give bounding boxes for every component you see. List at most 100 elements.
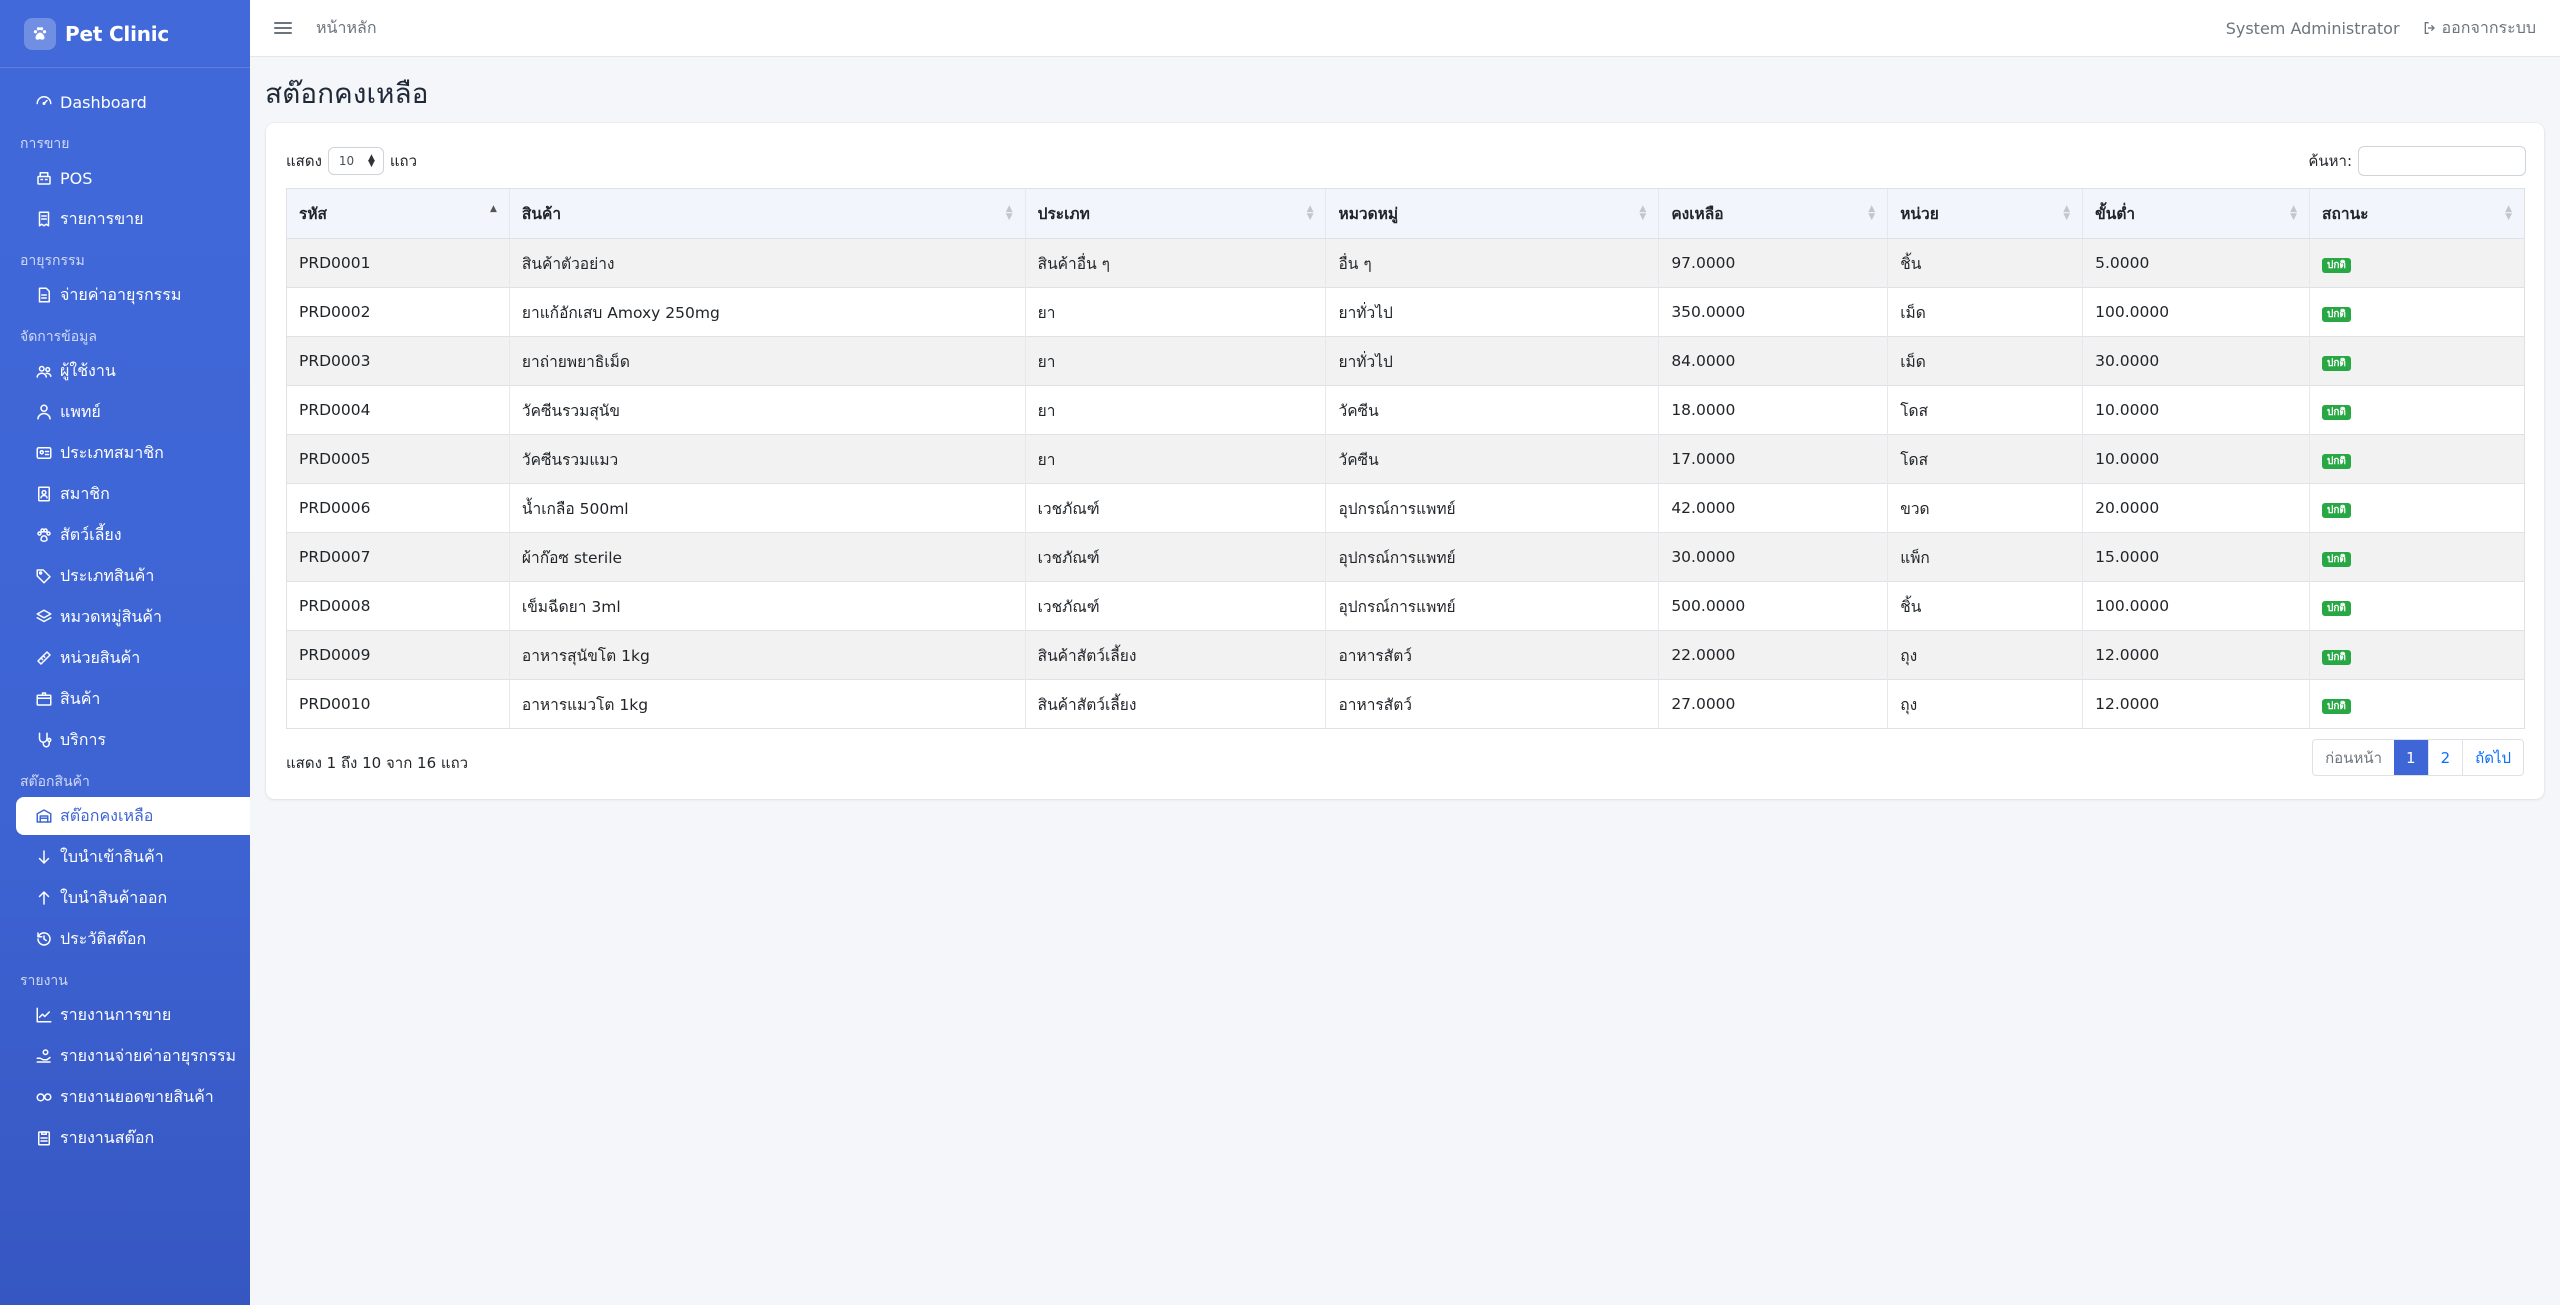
- cash-register-icon: [34, 168, 54, 188]
- table-cell: 12.0000: [2082, 679, 2310, 729]
- table-cell: โดส: [1887, 434, 2083, 484]
- pagination-next-button[interactable]: ถัดไป: [2462, 740, 2523, 775]
- nav-section-header: จัดการข้อมูล: [20, 329, 97, 345]
- receipt-icon: [34, 209, 54, 229]
- table-cell: 17.0000: [1658, 434, 1888, 484]
- sidebar-item[interactable]: ใบนำสินค้าออก: [16, 879, 250, 917]
- table-cell: วัคซีนรวมสุนัข: [508, 385, 1026, 435]
- logout-label: ออกจากระบบ: [2441, 17, 2536, 37]
- column-header[interactable]: ขั้นต่ำ ▲ ▼: [2082, 188, 2310, 239]
- brand-title: Pet Clinic: [65, 21, 170, 46]
- sidebar-item-label: สินค้า: [60, 688, 101, 708]
- table-cell: PRD0002: [286, 287, 510, 337]
- table-cell: 18.0000: [1658, 385, 1888, 435]
- table-cell: PRD0007: [286, 532, 510, 582]
- table-cell: ปกติ: [2309, 630, 2525, 680]
- sidebar-item[interactable]: รายงานการขาย: [16, 996, 250, 1034]
- table-cell: แพ็ก: [1887, 532, 2083, 582]
- sidebar-item[interactable]: สินค้า: [16, 680, 250, 718]
- nav-section-header: อายุรกรรม: [20, 253, 85, 269]
- sidebar-item[interactable]: ผู้ใช้งาน: [16, 352, 250, 390]
- search-input[interactable]: [2358, 146, 2526, 176]
- column-header[interactable]: หมวดหมู่ ▲ ▼: [1325, 188, 1659, 239]
- column-header-label: สถานะ: [2322, 205, 2369, 223]
- table-cell: ปกติ: [2309, 336, 2525, 386]
- column-header-label: คงเหลือ: [1671, 205, 1724, 223]
- sidebar-item[interactable]: รายงานจ่ายค่าอายุรกรรม: [16, 1037, 250, 1075]
- table-cell: PRD0004: [286, 385, 510, 435]
- sidebar-item-label: ผู้ใช้งาน: [60, 360, 116, 380]
- column-header[interactable]: รหัส ▲: [286, 188, 510, 239]
- sidebar-item[interactable]: ประเภทสมาชิก: [16, 434, 250, 472]
- sidebar-item-label: ประเภทสมาชิก: [60, 442, 164, 462]
- user-name[interactable]: System Administrator: [2226, 19, 2400, 38]
- sidebar-item[interactable]: รายงานสต๊อก: [16, 1119, 250, 1157]
- column-header[interactable]: ประเภท ▲ ▼: [1024, 188, 1326, 239]
- arrow-down-icon: [34, 847, 54, 867]
- sidebar-item[interactable]: ใบนำเข้าสินค้า: [16, 838, 250, 876]
- table-cell: ปกติ: [2309, 532, 2525, 582]
- sidebar-item[interactable]: จ่ายค่าอายุรกรรม: [16, 276, 250, 314]
- table-cell: PRD0009: [286, 630, 510, 680]
- sidebar-item[interactable]: หมวดหมู่สินค้า: [16, 598, 250, 636]
- table-row: PRD0004 วัคซีนรวมสุนัข ยา วัคซีน 18.0000 โดส 1…: [286, 385, 2525, 435]
- show-prefix: แสดง: [286, 152, 322, 170]
- column-header[interactable]: หน่วย ▲ ▼: [1887, 188, 2083, 239]
- column-header-label: ขั้นต่ำ: [2095, 205, 2136, 223]
- page-length-select[interactable]: 10 ▲ ▼: [327, 147, 384, 175]
- table-cell: 5.0000: [2082, 238, 2310, 288]
- sidebar-item[interactable]: ประเภทสินค้า: [16, 557, 250, 595]
- sidebar-item[interactable]: ประวัติสต๊อก: [16, 920, 250, 958]
- pagination-prev-button[interactable]: ก่อนหน้า: [2313, 740, 2394, 775]
- select-arrows-icon: ▲ ▼: [367, 153, 375, 169]
- stock-card: แสดง 10 ▲ ▼ แถว ค้นหา: รหัส ▲ สินค้า ▲ ▼ ประเภ…: [266, 123, 2544, 799]
- table-cell: สินค้าตัวอย่าง: [508, 238, 1026, 288]
- status-badge: ปกติ: [2322, 649, 2351, 665]
- paw-logo-icon: [24, 17, 56, 50]
- table-cell: อาหารสุนัขโต 1kg: [508, 630, 1026, 680]
- sidebar: Pet Clinic Dashboard การขาย POS รายการขาย อา…: [0, 0, 250, 1305]
- table-cell: 15.0000: [2082, 532, 2310, 582]
- sidebar-item[interactable]: บริการ: [16, 721, 250, 759]
- table-cell: ยาแก้อักเสบ Amoxy 250mg: [508, 287, 1026, 337]
- table-cell: ผ้าก๊อซ sterile: [508, 532, 1026, 582]
- sidebar-item-label: หมวดหมู่สินค้า: [60, 606, 162, 626]
- table-cell: ถุง: [1887, 679, 2083, 729]
- table-row: PRD0002 ยาแก้อักเสบ Amoxy 250mg ยา ยาทั่วไป…: [286, 287, 2525, 337]
- column-header[interactable]: คงเหลือ ▲ ▼: [1658, 188, 1888, 239]
- status-badge: ปกติ: [2322, 306, 2351, 322]
- table-cell: 12.0000: [2082, 630, 2310, 680]
- menu-toggle-icon[interactable]: [274, 19, 292, 37]
- column-header[interactable]: สินค้า ▲ ▼: [508, 188, 1026, 239]
- logout-link[interactable]: ออกจากระบบ: [2422, 16, 2536, 41]
- brand[interactable]: Pet Clinic: [0, 0, 250, 68]
- table-cell: ถุง: [1887, 630, 2083, 680]
- sidebar-item-label: รายงานยอดขายสินค้า: [60, 1086, 214, 1106]
- sidebar-item-label: แพทย์: [60, 401, 101, 421]
- member-icon: [34, 484, 54, 504]
- table-cell: วัคซีนรวมแมว: [508, 434, 1026, 484]
- sort-icon: ▲ ▼: [2505, 204, 2512, 222]
- sidebar-item[interactable]: สมาชิก: [16, 475, 250, 513]
- paw-icon: [34, 525, 54, 545]
- sidebar-item[interactable]: แพทย์: [16, 393, 250, 431]
- sidebar-item[interactable]: รายงานยอดขายสินค้า: [16, 1078, 250, 1116]
- column-header[interactable]: สถานะ ▲ ▼: [2309, 188, 2525, 239]
- sidebar-item-label: หน่วยสินค้า: [60, 647, 141, 667]
- sidebar-item-label: POS: [60, 168, 93, 188]
- sidebar-item[interactable]: POS: [16, 159, 250, 197]
- table-row: PRD0010 อาหารแมวโต 1kg สินค้าสัตว์เลี้ยง อา…: [286, 679, 2525, 729]
- stethoscope-icon: [34, 730, 54, 750]
- sort-icon: ▲ ▼: [1306, 204, 1314, 222]
- status-badge: ปกติ: [2322, 257, 2351, 273]
- pagination-page-button[interactable]: 1: [2394, 740, 2428, 775]
- sidebar-item[interactable]: หน่วยสินค้า: [16, 639, 250, 677]
- pagination-page-button[interactable]: 2: [2427, 740, 2463, 775]
- table-cell: เวชภัณฑ์: [1024, 483, 1326, 533]
- sidebar-item[interactable]: สต๊อกคงเหลือ: [16, 797, 250, 835]
- sidebar-item[interactable]: สัตว์เลี้ยง: [16, 516, 250, 554]
- sidebar-item[interactable]: รายการขาย: [16, 200, 250, 238]
- breadcrumb-home[interactable]: หน้าหลัก: [316, 16, 377, 41]
- sidebar-item-label: รายการขาย: [60, 208, 144, 228]
- sidebar-item[interactable]: Dashboard: [16, 83, 250, 121]
